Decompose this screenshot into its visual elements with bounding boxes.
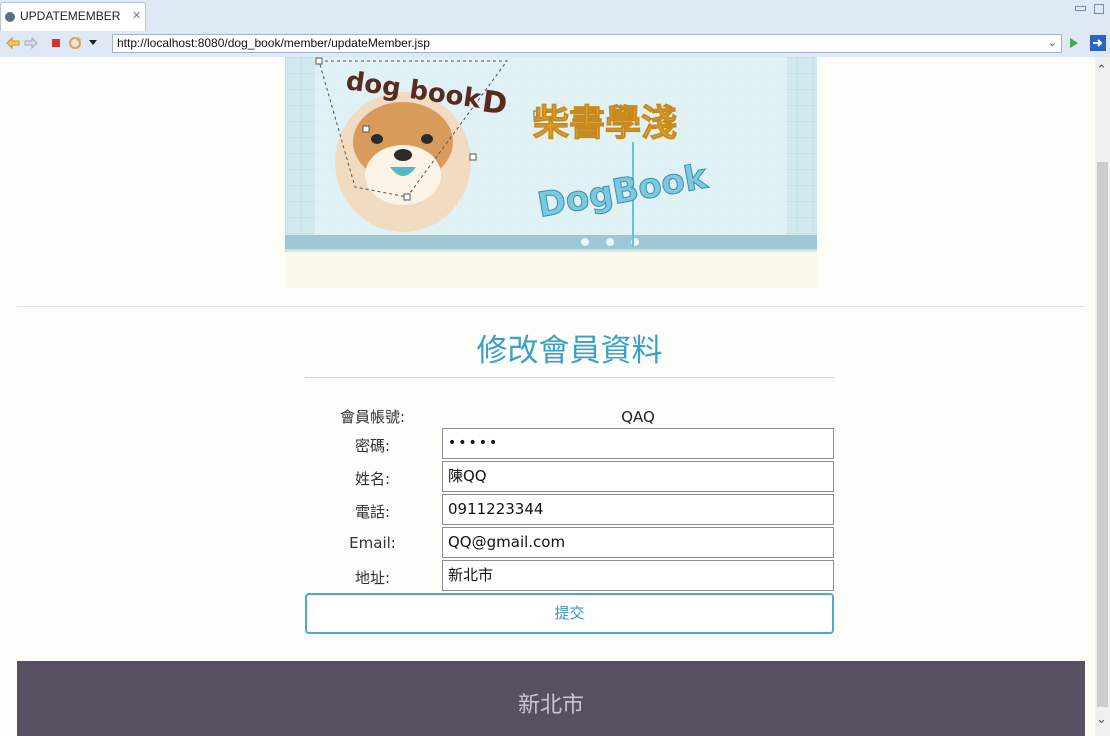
submit-button[interactable]: 提交 <box>305 593 834 634</box>
page-viewport: dog book D 柴書學淺 DogBook 修改會員資料 會員帳號: QAQ… <box>0 57 1095 736</box>
refresh-icon[interactable] <box>68 36 82 50</box>
stop-icon[interactable] <box>50 36 62 50</box>
banner-cjk-title: 柴書學淺 <box>533 103 677 144</box>
form-title: 修改會員資料 <box>476 333 663 369</box>
maximize-icon[interactable] <box>1094 4 1104 14</box>
vertical-scrollbar[interactable]: ⌃ ⌄ <box>1095 57 1110 736</box>
password-label: 密碼: <box>354 437 391 455</box>
forward-icon[interactable] <box>24 36 38 50</box>
browser-toolbar: http://localhost:8080/dog_book/member/up… <box>0 31 1110 57</box>
footer-text: 新北市 <box>517 693 584 718</box>
name-field[interactable]: 陳QQ <box>442 461 834 492</box>
address-label: 地址: <box>354 569 391 587</box>
external-browser-icon[interactable] <box>1090 35 1106 51</box>
email-field[interactable]: QQ@gmail.com <box>442 527 834 558</box>
globe-icon <box>5 12 15 22</box>
menu-dropdown-icon[interactable] <box>88 36 98 50</box>
banner-image: dog book D 柴書學淺 DogBook <box>285 57 817 289</box>
editor-tab-bar: UPDATEMEMBER ✕ <box>0 0 1110 31</box>
url-text[interactable]: http://localhost:8080/dog_book/member/up… <box>117 36 430 50</box>
title-divider <box>305 377 834 378</box>
tab-title: UPDATEMEMBER <box>20 9 121 23</box>
scrollbar-thumb[interactable] <box>1097 162 1108 707</box>
url-bar[interactable]: http://localhost:8080/dog_book/member/up… <box>112 34 1062 53</box>
scroll-up-icon[interactable]: ⌃ <box>1096 63 1107 78</box>
section-divider <box>17 306 1085 307</box>
minimize-icon[interactable] <box>1075 6 1086 11</box>
address-field[interactable]: 新北市 <box>442 560 834 591</box>
account-value: QAQ <box>621 408 655 426</box>
url-dropdown-icon[interactable]: ⌄ <box>1048 36 1057 49</box>
phone-field[interactable]: 0911223344 <box>442 494 834 525</box>
go-icon[interactable] <box>1068 36 1080 50</box>
email-label: Email: <box>349 534 396 552</box>
close-icon[interactable]: ✕ <box>132 9 141 22</box>
scroll-down-icon[interactable]: ⌄ <box>1096 712 1107 727</box>
password-field[interactable]: ••••• <box>442 428 834 459</box>
account-label: 會員帳號: <box>339 408 406 426</box>
name-label: 姓名: <box>354 470 391 488</box>
tab-updatemember[interactable]: UPDATEMEMBER ✕ <box>0 2 146 31</box>
phone-label: 電話: <box>354 503 391 521</box>
footer: 新北市 <box>17 661 1085 736</box>
back-icon[interactable] <box>6 36 20 50</box>
banner-logo-letter: D <box>480 84 510 122</box>
